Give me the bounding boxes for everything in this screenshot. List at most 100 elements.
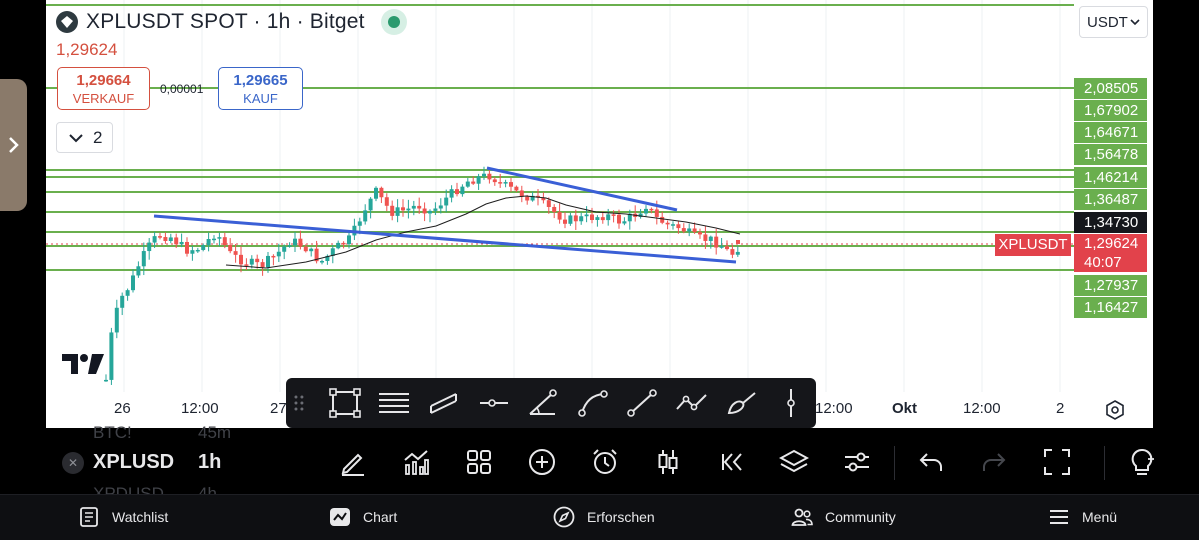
nav-watchlist[interactable]: Watchlist bbox=[78, 503, 168, 531]
add-circle-icon[interactable] bbox=[526, 446, 558, 478]
candle-body bbox=[465, 181, 470, 187]
chart-title[interactable]: XPLUSDT SPOT · 1h · Bitget bbox=[86, 10, 365, 34]
price-level-label: 1,46214 bbox=[1074, 167, 1147, 188]
sell-button[interactable]: 1,29664 VERKAUF bbox=[57, 67, 150, 110]
drag-handle-icon[interactable] bbox=[292, 393, 306, 413]
candle-body bbox=[552, 206, 557, 213]
parallel-channel-icon[interactable] bbox=[419, 383, 469, 423]
tradingview-logo[interactable] bbox=[60, 352, 106, 376]
candle-body bbox=[654, 209, 659, 217]
fib-retracement-icon[interactable] bbox=[370, 383, 420, 423]
app-root: XPLUSDT SPOT · 1h · Bitget 1,29624 1,296… bbox=[0, 0, 1199, 540]
nav-menu[interactable]: Menü bbox=[1048, 503, 1117, 531]
candle-body bbox=[174, 237, 179, 245]
candle-body bbox=[660, 216, 665, 223]
candle-body bbox=[444, 197, 449, 206]
undo-icon[interactable] bbox=[915, 446, 947, 478]
candle-body bbox=[649, 208, 654, 211]
chart-panel[interactable]: XPLUSDT SPOT · 1h · Bitget 1,29624 1,296… bbox=[46, 0, 1153, 428]
candle-body bbox=[266, 255, 270, 268]
candle-body bbox=[681, 228, 686, 232]
vertical-line-icon[interactable] bbox=[766, 383, 816, 423]
ghost-symbol: BTC! bbox=[93, 423, 132, 442]
redo-icon[interactable] bbox=[978, 446, 1010, 478]
candle-body bbox=[206, 239, 211, 246]
indicators-toggle-button[interactable]: 2 bbox=[56, 122, 113, 153]
candle-body bbox=[255, 258, 260, 263]
side-panel-handle[interactable] bbox=[0, 79, 27, 211]
nav-explore[interactable]: Erforschen bbox=[553, 503, 655, 531]
candle-body bbox=[600, 217, 605, 221]
candle-body bbox=[573, 215, 578, 222]
price-chart[interactable] bbox=[46, 0, 1153, 428]
hamburger-menu-icon bbox=[1050, 510, 1068, 524]
path-tool-icon[interactable] bbox=[667, 383, 717, 423]
candle-body bbox=[568, 215, 573, 224]
watchlist-icon bbox=[80, 507, 98, 527]
candle-body bbox=[190, 250, 195, 254]
layout-grid-icon[interactable] bbox=[463, 446, 495, 478]
market-status-indicator[interactable] bbox=[380, 9, 407, 35]
rectangle-tool-icon[interactable] bbox=[320, 383, 370, 423]
drawing-pen-icon[interactable] bbox=[337, 446, 369, 478]
symbol-header: XPLUSDT SPOT · 1h · Bitget bbox=[56, 8, 407, 36]
candle-body bbox=[644, 208, 648, 214]
candle-body bbox=[622, 221, 627, 224]
current-price: 1,29624 bbox=[1084, 235, 1139, 252]
diamond-icon bbox=[61, 16, 73, 28]
candle-body bbox=[309, 248, 314, 252]
candle-body bbox=[158, 236, 162, 238]
price-level-label: 2,08505 bbox=[1074, 78, 1147, 99]
alarm-clock-icon[interactable] bbox=[589, 446, 621, 478]
indicators-icon[interactable] bbox=[400, 446, 432, 478]
candle-body bbox=[147, 242, 152, 252]
candle-body bbox=[482, 173, 486, 177]
candle-body bbox=[509, 182, 513, 187]
candle-body bbox=[406, 208, 411, 211]
currency-select[interactable]: USDT bbox=[1079, 6, 1148, 38]
buy-label: KAUF bbox=[243, 91, 278, 106]
compass-icon bbox=[553, 506, 575, 528]
buy-price: 1,29665 bbox=[233, 72, 288, 89]
last-candle bbox=[736, 240, 740, 244]
scale-settings-icon[interactable] bbox=[1104, 399, 1126, 421]
candle-body bbox=[125, 290, 130, 296]
candle-body bbox=[201, 245, 206, 250]
close-symbol-icon[interactable]: ✕ bbox=[62, 452, 84, 474]
time-axis-label: 26 bbox=[114, 400, 131, 417]
status-dot-icon bbox=[387, 16, 400, 28]
candle-body bbox=[579, 216, 584, 222]
fullscreen-icon[interactable] bbox=[1041, 446, 1073, 478]
nav-chart[interactable]: Chart bbox=[329, 503, 397, 531]
chevron-down-icon bbox=[69, 133, 83, 142]
sell-price: 1,29664 bbox=[76, 72, 131, 89]
symbol-selector[interactable]: XPLUSD bbox=[93, 451, 174, 474]
brush-tool-icon[interactable] bbox=[717, 383, 767, 423]
layers-icon[interactable] bbox=[778, 446, 810, 478]
candles-icon[interactable] bbox=[652, 446, 684, 478]
trend-angle-icon[interactable] bbox=[518, 383, 568, 423]
bar-countdown: 40:07 bbox=[1084, 254, 1122, 271]
symbol-price-tag: XPLUSDT bbox=[995, 234, 1071, 256]
candle-body bbox=[411, 205, 416, 209]
settings-sliders-icon[interactable] bbox=[841, 446, 873, 478]
candle-body bbox=[433, 208, 438, 211]
interval-selector[interactable]: 1h bbox=[198, 451, 221, 474]
candle-body bbox=[390, 205, 395, 216]
horizontal-ray-icon[interactable] bbox=[469, 383, 519, 423]
candle-body bbox=[276, 251, 281, 257]
buy-button[interactable]: 1,29665 KAUF bbox=[218, 67, 303, 110]
curve-tool-icon[interactable] bbox=[568, 383, 618, 423]
indicators-count: 2 bbox=[93, 127, 103, 147]
ideas-lightbulb-icon[interactable] bbox=[1126, 446, 1158, 478]
replay-icon[interactable] bbox=[715, 446, 747, 478]
candle-body bbox=[368, 198, 373, 211]
candle-body bbox=[168, 237, 173, 241]
nav-community[interactable]: Community bbox=[791, 503, 896, 531]
candle-body bbox=[417, 205, 422, 209]
candle-body bbox=[179, 241, 184, 245]
candle-body bbox=[287, 245, 292, 247]
trend-line-icon[interactable] bbox=[618, 383, 668, 423]
last-price: 1,29624 bbox=[56, 40, 118, 59]
toolbar-divider bbox=[894, 446, 895, 480]
